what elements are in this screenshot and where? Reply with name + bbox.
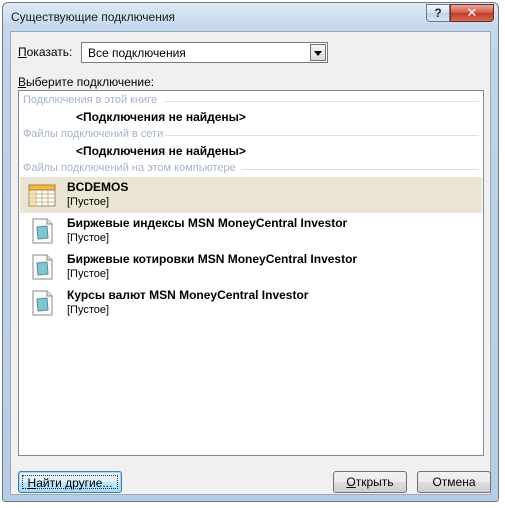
item-name: Курсы валют MSN MoneyCentral Investor bbox=[67, 288, 309, 302]
group-header-workbook: Подключения в этой книге bbox=[23, 94, 158, 106]
item-description: [Пустое] bbox=[67, 196, 110, 208]
item-name: Биржевые котировки MSN MoneyCentral Inve… bbox=[67, 252, 358, 266]
item-name: BCDEMOS bbox=[67, 180, 129, 194]
help-icon: ? bbox=[434, 6, 442, 20]
title-bar[interactable]: Существующие подключения ? ✕ bbox=[3, 3, 498, 31]
query-file-icon bbox=[32, 254, 53, 280]
network-empty-text: <Подключения не найдены> bbox=[76, 144, 246, 158]
list-item-bcdemos[interactable]: BCDEMOS [Пустое] bbox=[20, 177, 482, 213]
item-description: [Пустое] bbox=[67, 304, 110, 316]
cancel-button[interactable]: Отмена bbox=[417, 471, 491, 493]
list-item-msn-currency[interactable]: Курсы валют MSN MoneyCentral Investor [П… bbox=[20, 285, 482, 321]
choose-connection-label: Выберите подключение: bbox=[18, 75, 155, 89]
group-divider bbox=[165, 101, 479, 102]
close-button[interactable]: ✕ bbox=[450, 4, 494, 22]
list-item-msn-quotes[interactable]: Биржевые котировки MSN MoneyCentral Inve… bbox=[20, 249, 482, 285]
group-header-computer: Файлы подключений на этом компьютере bbox=[23, 162, 236, 174]
query-file-icon bbox=[32, 290, 53, 316]
dialog-content: Показать: Все подключения Выберите подкл… bbox=[10, 31, 491, 495]
list-item-msn-indices[interactable]: Биржевые индексы MSN MoneyCentral Invest… bbox=[20, 213, 482, 249]
find-more-button[interactable]: Найти другие... bbox=[18, 471, 122, 493]
open-button[interactable]: Открыть bbox=[333, 471, 407, 493]
show-filter-value: Все подключения bbox=[88, 46, 186, 60]
chevron-down-icon[interactable] bbox=[310, 44, 326, 61]
window-title: Существующие подключения bbox=[11, 10, 176, 24]
group-header-network: Файлы подключений в сети bbox=[23, 128, 164, 140]
query-file-icon bbox=[32, 218, 53, 244]
show-filter-dropdown[interactable]: Все подключения bbox=[81, 42, 328, 63]
help-button[interactable]: ? bbox=[426, 4, 450, 22]
database-table-icon bbox=[28, 184, 56, 207]
close-icon: ✕ bbox=[466, 5, 478, 20]
group-divider bbox=[165, 135, 479, 136]
workbook-empty-text: <Подключения не найдены> bbox=[76, 110, 246, 124]
connections-list[interactable]: Подключения в этой книге <Подключения не… bbox=[18, 90, 484, 456]
show-filter-label: Показать: bbox=[18, 45, 73, 59]
group-divider bbox=[241, 169, 479, 170]
focus-rectangle: Найти другие... bbox=[22, 475, 118, 490]
item-description: [Пустое] bbox=[67, 268, 110, 280]
dialog-window: Существующие подключения ? ✕ Показать: В… bbox=[2, 2, 499, 502]
item-description: [Пустое] bbox=[67, 232, 110, 244]
item-name: Биржевые индексы MSN MoneyCentral Invest… bbox=[67, 216, 348, 230]
